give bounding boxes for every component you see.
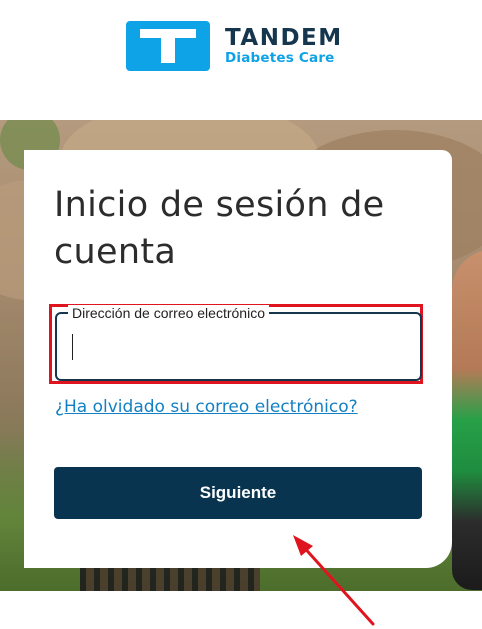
logo-name: TANDEM [225, 25, 343, 51]
page-title: Inicio de sesión de cuenta [54, 185, 385, 272]
email-field[interactable]: Dirección de correo electrónico [55, 305, 422, 381]
logo-subtitle: Diabetes Care [225, 50, 335, 66]
logo-text: TANDEM Diabetes Care [225, 26, 343, 66]
next-button[interactable]: Siguiente [54, 467, 422, 519]
email-input[interactable] [71, 332, 401, 362]
email-field-label: Dirección de correo electrónico [68, 305, 269, 321]
tandem-logo: TANDEM Diabetes Care [126, 21, 343, 71]
login-card: Inicio de sesión de cuenta Dirección de … [24, 150, 452, 568]
forgot-email-link[interactable]: ¿Ha olvidado su correo electrónico? [55, 396, 358, 418]
login-page: TANDEM Diabetes Care Inicio de sesión de… [0, 0, 482, 629]
text-cursor [72, 334, 73, 360]
cyclist-figure [452, 250, 482, 590]
tandem-t-logo-icon [126, 21, 210, 71]
